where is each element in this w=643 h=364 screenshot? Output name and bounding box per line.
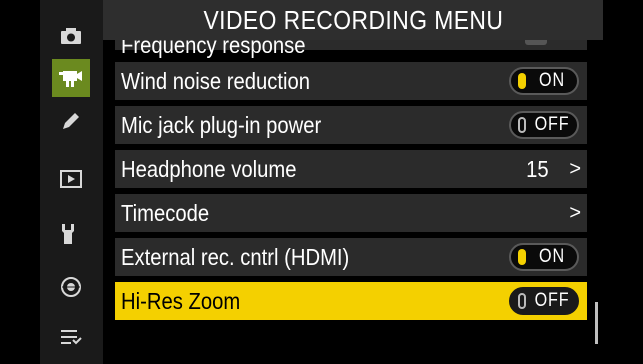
headphone-volume-value: 15 bbox=[526, 156, 549, 182]
menu-item-mic-jack-plug-in-power[interactable]: Mic jack plug-in power OFF bbox=[115, 106, 587, 144]
menu-sidebar bbox=[40, 0, 103, 364]
toggle-switch[interactable]: ON bbox=[509, 67, 579, 95]
menu-item-timecode[interactable]: Timecode > bbox=[115, 194, 587, 232]
menu-list: Frequency response Wind noise reduction … bbox=[103, 40, 603, 364]
page-title: VIDEO RECORDING MENU bbox=[203, 4, 503, 35]
chevron-right-icon: > bbox=[569, 158, 581, 180]
toggle-switch[interactable]: OFF bbox=[509, 287, 579, 315]
toggle-switch[interactable]: OFF bbox=[509, 111, 579, 139]
toggle-switch bbox=[525, 40, 547, 45]
toggle-state: OFF bbox=[534, 290, 570, 311]
menu-item-label: Headphone volume bbox=[121, 156, 297, 182]
menu-item-wind-noise-reduction[interactable]: Wind noise reduction ON bbox=[115, 62, 587, 100]
menu-item-label: Wind noise reduction bbox=[121, 68, 311, 94]
network-icon[interactable] bbox=[52, 268, 90, 306]
menu-item-label: External rec. cntrl (HDMI) bbox=[121, 244, 350, 270]
toggle-switch[interactable]: ON bbox=[509, 243, 579, 271]
camera-icon[interactable] bbox=[52, 17, 90, 55]
camera-screen: VIDEO RECORDING MENU Frequency response … bbox=[40, 0, 603, 364]
toggle-knob bbox=[518, 293, 526, 309]
toggle-state: ON bbox=[539, 246, 565, 267]
title-bar: VIDEO RECORDING MENU bbox=[103, 0, 603, 40]
toggle-state: OFF bbox=[534, 114, 570, 135]
chevron-right-icon: > bbox=[569, 202, 581, 224]
my-menu-icon[interactable] bbox=[52, 318, 90, 356]
toggle-knob bbox=[518, 73, 526, 89]
toggle-knob bbox=[518, 117, 526, 133]
toggle-knob bbox=[518, 249, 526, 265]
menu-item-label: Timecode bbox=[121, 200, 210, 226]
playback-icon[interactable] bbox=[52, 160, 90, 198]
pencil-icon[interactable] bbox=[52, 102, 90, 140]
menu-item-frequency-response[interactable]: Frequency response bbox=[115, 40, 587, 58]
menu-item-hi-res-zoom[interactable]: Hi-Res Zoom OFF bbox=[115, 282, 587, 320]
toggle-state: ON bbox=[539, 70, 565, 91]
menu-item-label: Mic jack plug-in power bbox=[121, 112, 322, 138]
menu-item-label: Hi-Res Zoom bbox=[121, 288, 241, 314]
scrollbar[interactable] bbox=[595, 302, 598, 344]
menu-item-headphone-volume[interactable]: Headphone volume 15 > bbox=[115, 150, 587, 188]
menu-item-external-rec-cntrl[interactable]: External rec. cntrl (HDMI) ON bbox=[115, 238, 587, 276]
wrench-icon[interactable] bbox=[52, 215, 90, 253]
movie-camera-icon[interactable] bbox=[52, 59, 90, 97]
